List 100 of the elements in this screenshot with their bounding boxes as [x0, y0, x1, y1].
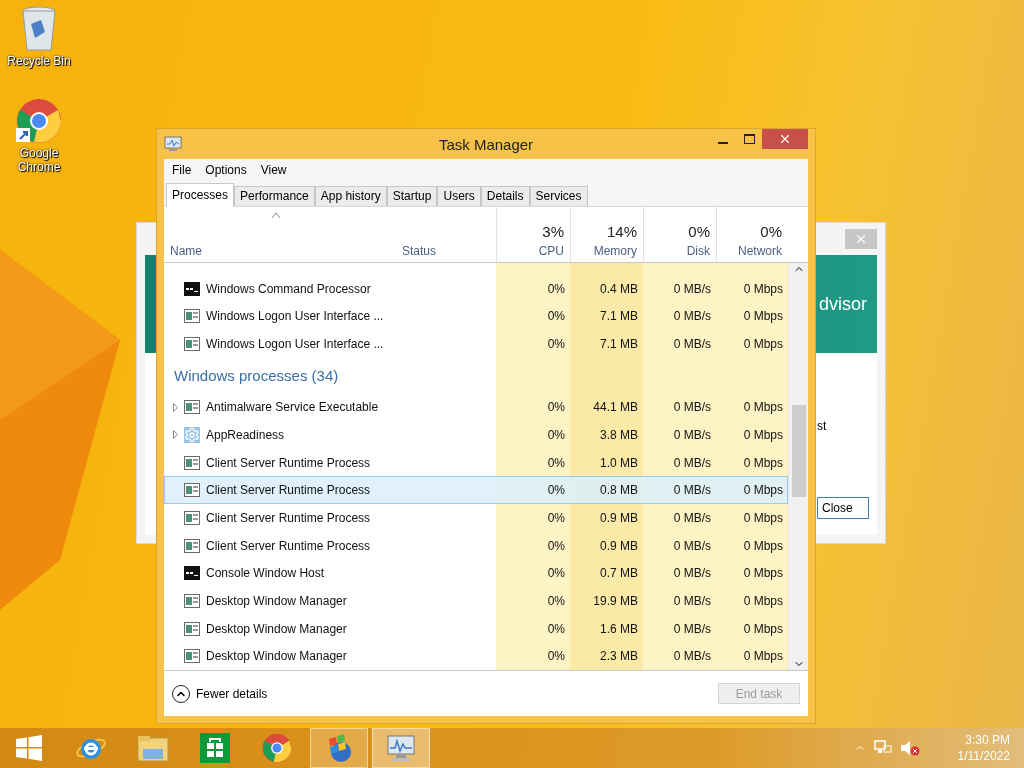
group-heading: Windows processes (34) — [174, 367, 339, 385]
column-header[interactable]: Disk — [686, 244, 710, 258]
disk-value: 0 MB/s — [672, 566, 712, 581]
network-value: 0 Mbps — [742, 309, 784, 324]
banner-text: dvisor — [819, 293, 867, 315]
fewer-details-toggle[interactable]: Fewer details — [172, 684, 268, 703]
window-icon — [184, 455, 200, 470]
usage-total: 0% — [688, 223, 710, 240]
disk-value: 0 MB/s — [672, 427, 712, 442]
scrollbar-thumb[interactable] — [791, 405, 806, 497]
recycle-bin-icon — [21, 6, 57, 52]
process-name: AppReadiness — [206, 427, 285, 442]
menu-item[interactable]: File — [166, 163, 198, 177]
windows-logo-icon — [16, 735, 42, 761]
dialog-text: st — [817, 419, 827, 433]
disk-value: 0 MB/s — [672, 538, 712, 553]
gear-icon — [184, 426, 200, 443]
disk-value: 0 MB/s — [672, 455, 712, 470]
expand-arrow-icon[interactable] — [173, 430, 178, 440]
memory-value: 3.8 MB — [599, 427, 639, 442]
disk-value: 0 MB/s — [672, 281, 712, 296]
disk-value: 0 MB/s — [672, 621, 712, 636]
monitor-graph-icon[interactable] — [386, 734, 416, 762]
store-bag-icon[interactable] — [200, 733, 230, 763]
process-row[interactable]: Client Server Runtime Process 0% 0.9 MB 0 MB/s 0 Mbps — [164, 504, 788, 532]
tab[interactable]: Performance — [234, 186, 315, 206]
column-header[interactable]: Network — [738, 244, 782, 258]
process-row[interactable]: Client Server Runtime Process 0% 1.0 MB 0 MB/s 0 Mbps — [164, 448, 788, 477]
chrome-icon[interactable] — [262, 733, 292, 763]
network-value: 0 Mbps — [742, 400, 784, 415]
taskbar-button[interactable] — [372, 728, 430, 768]
memory-value: 0.8 MB — [599, 483, 639, 498]
process-row[interactable]: Desktop Window Manager 0% 1.6 MB 0 MB/s 0 Mbps — [164, 614, 788, 643]
memory-value: 19.9 MB — [592, 593, 639, 608]
memory-value: 7.1 MB — [599, 309, 639, 324]
network-value: 0 Mbps — [742, 538, 784, 553]
close-icon — [854, 232, 868, 246]
process-row[interactable]: Desktop Window Manager 0% 2.3 MB 0 MB/s 0 Mbps — [164, 642, 788, 670]
column-header[interactable]: CPU — [538, 244, 564, 258]
window-icon — [184, 337, 200, 352]
app-icon[interactable] — [164, 136, 182, 152]
tab[interactable]: Processes — [166, 183, 235, 207]
cpu-value: 0% — [546, 510, 566, 525]
chrome-icon — [16, 98, 62, 144]
column-header[interactable]: Memory — [593, 244, 637, 258]
process-name: Windows Logon User Interface ... — [206, 309, 384, 324]
cpu-value: 0% — [546, 621, 566, 636]
process-name: Antimalware Service Executable — [206, 400, 379, 415]
cpu-value: 0% — [546, 593, 566, 608]
process-row[interactable]: Client Server Runtime Process 0% 0.8 MB 0 MB/s 0 Mbps — [164, 476, 788, 505]
memory-value: 0.9 MB — [599, 510, 639, 525]
disk-value: 0 MB/s — [672, 649, 712, 664]
menu-item[interactable]: View — [254, 163, 293, 177]
tab[interactable]: Services — [529, 186, 588, 206]
process-name: Windows Logon User Interface ... — [206, 337, 384, 352]
process-name: Windows Command Processor — [206, 281, 371, 296]
network-value: 0 Mbps — [742, 566, 784, 581]
process-name: Client Server Runtime Process — [206, 538, 371, 553]
tab[interactable]: Startup — [386, 186, 438, 206]
window-icon — [184, 309, 200, 324]
close-icon — [778, 132, 792, 146]
scrollbar[interactable] — [788, 263, 808, 670]
tab[interactable]: App history — [314, 186, 387, 206]
tab[interactable]: Details — [480, 186, 530, 206]
memory-value: 44.1 MB — [592, 400, 639, 415]
network-value: 0 Mbps — [742, 427, 784, 442]
column-header[interactable]: Status — [402, 244, 437, 258]
usage-total: 3% — [542, 223, 564, 240]
network-value: 0 Mbps — [742, 455, 784, 470]
process-row[interactable]: Desktop Window Manager 0% 19.9 MB 0 MB/s 0 Mbps — [164, 587, 788, 615]
process-row[interactable]: Windows Command Processor 0% 0.4 MB 0 MB/s 0 Mbps — [164, 275, 788, 303]
tab[interactable]: Users — [437, 186, 481, 206]
memory-value: 1.0 MB — [599, 455, 639, 470]
menu-item[interactable]: Options — [199, 163, 253, 177]
window-icon — [184, 400, 200, 415]
network-value: 0 Mbps — [742, 510, 784, 525]
memory-value: 2.3 MB — [599, 649, 639, 664]
close-button[interactable]: Close — [817, 497, 869, 519]
network-value: 0 Mbps — [742, 649, 784, 664]
cpu-value: 0% — [546, 566, 566, 581]
memory-value: 0.4 MB — [599, 281, 639, 296]
process-row[interactable]: Windows Logon User Interface ... 0% 7.1 MB 0 MB/s 0 Mbps — [164, 302, 788, 331]
taskbar-button[interactable] — [310, 728, 368, 768]
muted-speaker-icon[interactable] — [899, 740, 920, 756]
cpu-value: 0% — [546, 337, 566, 352]
usage-total: 0% — [760, 223, 782, 240]
column-header[interactable]: Name — [170, 244, 202, 258]
folder-icon[interactable] — [137, 734, 169, 762]
process-row[interactable]: Windows Logon User Interface ... 0% 7.1 MB 0 MB/s 0 Mbps — [164, 330, 788, 358]
network-icon[interactable] — [873, 740, 892, 756]
process-row[interactable]: Console Window Host 0% 0.7 MB 0 MB/s 0 Mbps — [164, 559, 788, 588]
process-row[interactable]: Antimalware Service Executable 0% 44.1 MB 0 MB/s 0 Mbps — [164, 393, 788, 422]
process-row[interactable]: Client Server Runtime Process 0% 0.9 MB 0 MB/s 0 Mbps — [164, 531, 788, 560]
process-name: Desktop Window Manager — [206, 621, 347, 636]
disk-value: 0 MB/s — [672, 510, 712, 525]
cpu-value: 0% — [546, 400, 566, 415]
expand-arrow-icon[interactable] — [173, 402, 178, 412]
network-value: 0 Mbps — [742, 483, 784, 498]
process-row[interactable]: AppReadiness 0% 3.8 MB 0 MB/s 0 Mbps — [164, 421, 788, 449]
memory-value: 7.1 MB — [599, 337, 639, 352]
